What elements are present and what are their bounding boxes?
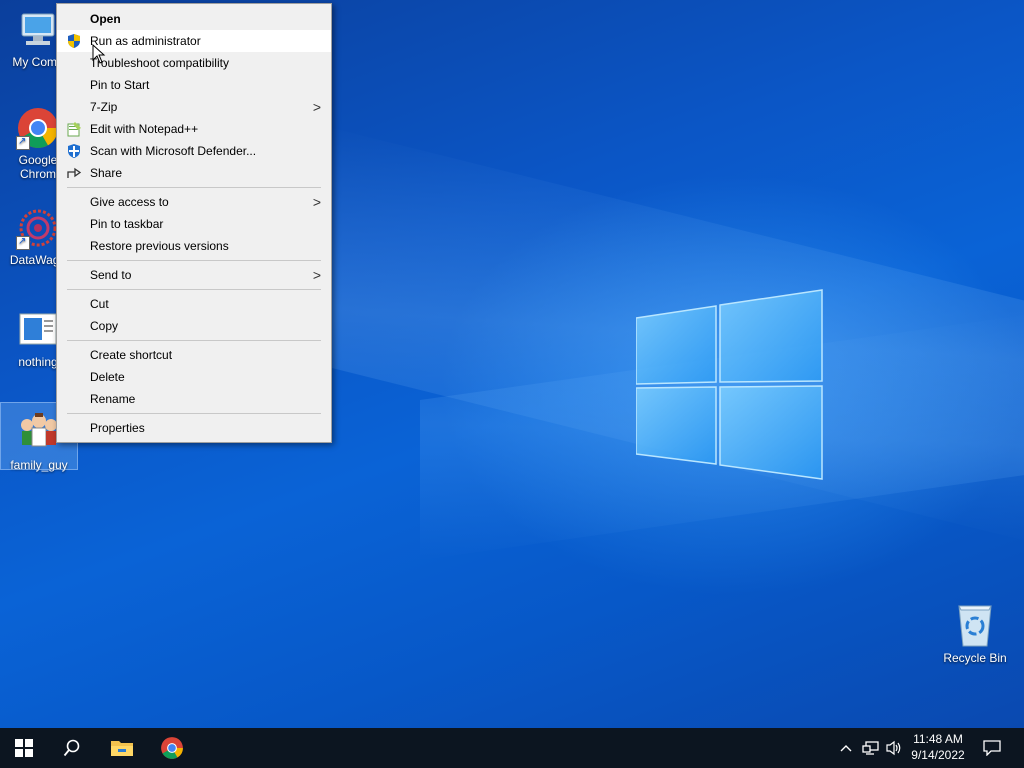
menu-separator	[67, 289, 321, 290]
menu-item-share[interactable]: Share	[57, 162, 331, 184]
menu-separator	[67, 187, 321, 188]
menu-item-delete[interactable]: Delete	[57, 366, 331, 388]
taskbar-google-chrome[interactable]	[148, 728, 196, 768]
shortcut-arrow-icon	[16, 135, 30, 150]
taskbar: 11:48 AM 9/14/2022	[0, 728, 1024, 768]
menu-item-7-zip[interactable]: 7-Zip >	[57, 96, 331, 118]
defender-icon	[66, 143, 82, 159]
submenu-arrow-icon: >	[312, 267, 321, 283]
speaker-icon	[886, 740, 901, 756]
folder-icon	[111, 741, 133, 756]
start-button[interactable]	[0, 728, 48, 768]
menu-separator	[67, 340, 321, 341]
search-icon	[63, 739, 80, 757]
clock-time: 11:48 AM	[913, 732, 963, 746]
windows-logo-wallpaper	[636, 289, 823, 480]
uac-shield-icon	[66, 33, 82, 49]
context-menu: Open Run as administrator Troubleshoot c…	[56, 3, 332, 443]
menu-item-scan-with-defender[interactable]: Scan with Microsoft Defender...	[57, 140, 331, 162]
family-guy-icon	[17, 411, 61, 455]
share-icon	[66, 165, 82, 181]
clock-date: 9/14/2022	[911, 748, 965, 762]
action-center-button[interactable]	[978, 728, 1006, 768]
menu-item-copy[interactable]: Copy	[57, 315, 331, 337]
computer-icon	[16, 8, 60, 52]
menu-item-open[interactable]: Open	[57, 8, 331, 30]
menu-item-give-access-to[interactable]: Give access to >	[57, 191, 331, 213]
recycle-bin-icon	[953, 600, 997, 648]
datawagon-icon	[16, 206, 60, 250]
network-icon	[862, 741, 879, 755]
shortcut-arrow-icon	[16, 235, 30, 250]
chrome-icon	[16, 106, 60, 150]
submenu-arrow-icon: >	[312, 194, 321, 210]
recycle-bin-label: Recycle Bin	[943, 651, 1007, 665]
menu-item-restore-previous-versions[interactable]: Restore previous versions	[57, 235, 331, 257]
menu-item-edit-with-notepad-plus-plus[interactable]: Edit with Notepad++	[57, 118, 331, 140]
network-button[interactable]	[860, 728, 882, 768]
menu-separator	[67, 260, 321, 261]
menu-item-properties[interactable]: Properties	[57, 417, 331, 439]
show-hidden-icons-button[interactable]	[836, 728, 856, 768]
menu-item-cut[interactable]: Cut	[57, 293, 331, 315]
clock[interactable]: 11:48 AM 9/14/2022	[902, 731, 974, 763]
chrome-icon	[161, 737, 183, 759]
desktop-icon-label: family_guy	[10, 458, 68, 472]
notepad-plus-plus-icon	[66, 121, 82, 137]
menu-separator	[67, 413, 321, 414]
windows-start-icon	[15, 739, 33, 757]
submenu-arrow-icon: >	[312, 99, 321, 115]
desktop-icon-recycle-bin[interactable]: Recycle Bin	[938, 600, 1012, 665]
menu-item-send-to[interactable]: Send to >	[57, 264, 331, 286]
menu-item-pin-to-taskbar[interactable]: Pin to taskbar	[57, 213, 331, 235]
menu-item-rename[interactable]: Rename	[57, 388, 331, 410]
menu-item-pin-to-start[interactable]: Pin to Start	[57, 74, 331, 96]
document-icon	[16, 308, 60, 352]
volume-button[interactable]	[884, 728, 904, 768]
chevron-up-icon	[840, 745, 852, 752]
search-button[interactable]	[48, 728, 96, 768]
taskbar-file-explorer[interactable]	[98, 728, 146, 768]
notification-icon	[983, 740, 1001, 756]
mouse-cursor-icon	[92, 44, 106, 64]
menu-item-create-shortcut[interactable]: Create shortcut	[57, 344, 331, 366]
